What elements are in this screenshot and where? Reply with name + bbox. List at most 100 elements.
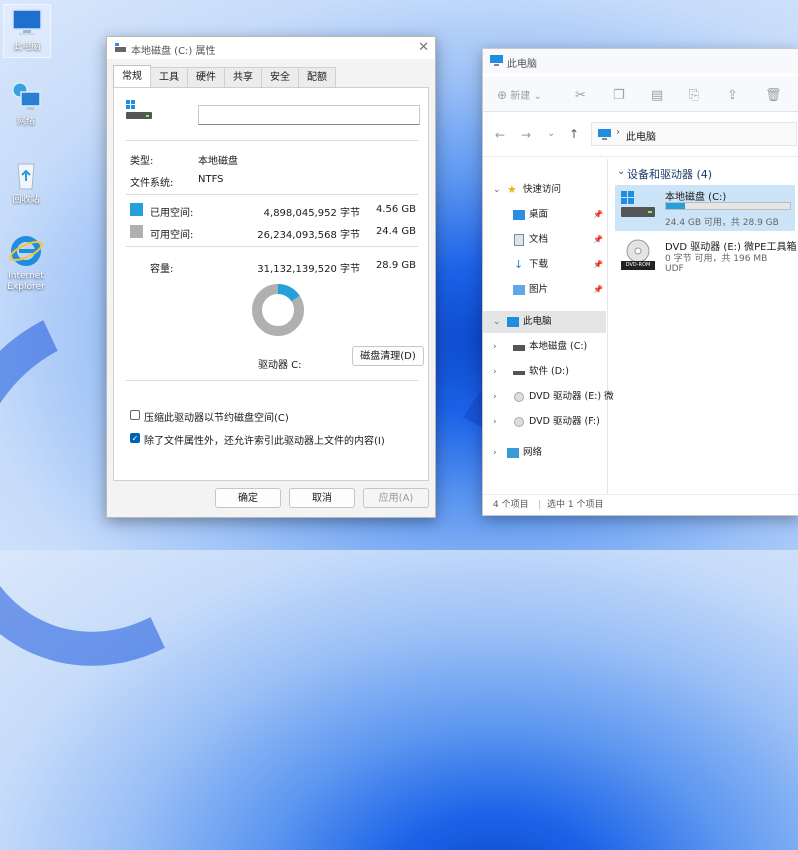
cut-icon[interactable]: ✂ — [575, 88, 586, 103]
nav-quick-access[interactable]: ⌄ ★ 快速访问 — [483, 179, 606, 201]
new-label: 新建 — [510, 91, 531, 102]
drive-tile-dvd-e[interactable]: DVD-ROM DVD 驱动器 (E:) 微PE工具箱 0 字节 可用，共 19… — [615, 235, 796, 281]
explorer-title-bar[interactable]: 此电脑 — [483, 49, 798, 73]
nav-dvd-e[interactable]: › DVD 驱动器 (E:) 微 — [483, 386, 614, 408]
drive-space: 24.4 GB 可用，共 28.9 GB — [665, 218, 779, 228]
dvd-drive-icon: DVD-ROM — [621, 239, 655, 275]
tab-quota[interactable]: 配额 — [298, 67, 336, 87]
nav-label: 快速访问 — [523, 184, 562, 195]
file-explorer-window: 此电脑 ⊕ 新建 ⌄ ✂ ❐ ▤ ⎘ ⇪ 🗑 ← → ⌄ ↑ › 此电脑 ⌄ ★… — [482, 48, 798, 516]
pin-icon: 📌 — [593, 210, 603, 219]
chevron-right-icon: › — [493, 448, 497, 458]
address-bar[interactable]: › 此电脑 — [591, 122, 797, 146]
document-icon — [514, 234, 524, 246]
pin-icon: 📌 — [593, 260, 603, 269]
cancel-button[interactable]: 取消 — [289, 488, 355, 508]
divider — [126, 194, 418, 195]
nav-label: 文档 — [529, 234, 549, 245]
monitor-icon — [10, 5, 44, 39]
nav-downloads[interactable]: ↓ 下载 📌 — [483, 254, 606, 276]
rename-icon[interactable]: ⎘ — [689, 88, 699, 103]
capacity-bytes: 31,132,139,520 字节 — [257, 264, 360, 275]
breadcrumb[interactable]: 此电脑 — [626, 128, 656, 143]
free-space-swatch — [130, 225, 143, 238]
type-label: 类型: — [130, 156, 154, 167]
local-disk-icon — [126, 100, 152, 122]
drive-usage-bar — [665, 202, 791, 210]
used-space-gb: 4.56 GB — [375, 204, 416, 215]
desktop-icon-label: 此电脑 — [13, 42, 41, 52]
delete-icon[interactable]: 🗑 — [765, 88, 782, 103]
pin-icon: 📌 — [593, 285, 603, 294]
nav-label: 软件 (D:) — [529, 366, 569, 377]
nav-desktop[interactable]: 桌面 📌 — [483, 204, 606, 226]
nav-network[interactable]: › 网络 — [483, 442, 606, 464]
nav-label: 本地磁盘 (C:) — [529, 341, 588, 352]
disk-cleanup-button[interactable]: 磁盘清理(D) — [352, 346, 424, 366]
drive-icon — [513, 345, 525, 351]
explorer-title: 此电脑 — [507, 59, 537, 70]
share-icon[interactable]: ⇪ — [727, 88, 738, 103]
desktop-icon-recycle-bin[interactable]: 回收站 — [3, 158, 49, 206]
desktop-icon-network[interactable]: 网络 — [3, 80, 49, 128]
dialog-title-bar[interactable]: 本地磁盘 (C:) 属性 ✕ — [107, 37, 435, 59]
nav-pictures[interactable]: 图片 📌 — [483, 279, 606, 301]
address-row: ← → ⌄ ↑ › 此电脑 — [483, 112, 798, 157]
copy-icon[interactable]: ❐ — [613, 88, 625, 103]
tab-security[interactable]: 安全 — [261, 67, 299, 87]
recent-chevron-icon[interactable]: ⌄ — [547, 128, 555, 139]
tab-tools[interactable]: 工具 — [150, 67, 188, 87]
index-checkbox[interactable]: ✓ — [130, 433, 140, 443]
properties-tabs: 常规 工具 硬件 共享 安全 配额 — [113, 65, 336, 87]
index-label: 除了文件属性外，还允许索引此驱动器上文件的内容(I) — [144, 436, 385, 447]
content-pane: ⌄ 设备和驱动器 (4) 本地磁盘 (C:) 24.4 GB 可用，共 28.9… — [611, 159, 798, 495]
desktop-folder-icon — [513, 210, 525, 220]
forward-arrow-icon[interactable]: → — [521, 128, 531, 142]
up-arrow-icon[interactable]: ↑ — [569, 127, 579, 141]
recycle-bin-icon — [9, 158, 43, 192]
nav-software-d[interactable]: › 软件 (D:) — [483, 361, 606, 383]
internet-explorer-icon — [9, 234, 43, 268]
compress-label: 压缩此驱动器以节约磁盘空间(C) — [144, 413, 289, 424]
drive-usage-fill — [666, 203, 686, 209]
tab-hardware[interactable]: 硬件 — [187, 67, 225, 87]
drive-tile-c[interactable]: 本地磁盘 (C:) 24.4 GB 可用，共 28.9 GB — [615, 185, 795, 231]
file-system-value: NTFS — [198, 174, 224, 185]
section-header[interactable]: 设备和驱动器 (4) — [627, 166, 712, 182]
drive-space: 0 字节 可用，共 196 MB — [665, 254, 768, 264]
nav-dvd-f[interactable]: › DVD 驱动器 (F:) — [483, 411, 606, 433]
chevron-down-icon: ⌄ — [493, 185, 501, 195]
desktop-icon-label: Internet Explorer — [7, 271, 45, 292]
nav-local-disk-c[interactable]: › 本地磁盘 (C:) — [483, 336, 606, 358]
command-bar: ⊕ 新建 ⌄ ✂ ❐ ▤ ⎘ ⇪ 🗑 — [483, 77, 798, 112]
chevron-right-icon: › — [493, 417, 497, 427]
dialog-title: 本地磁盘 (C:) 属性 — [131, 46, 216, 57]
nav-documents[interactable]: 文档 📌 — [483, 229, 606, 251]
paste-icon[interactable]: ▤ — [651, 88, 663, 103]
nav-this-pc[interactable]: ⌄ 此电脑 — [483, 311, 606, 333]
desktop-icon-this-pc[interactable]: 此电脑 — [3, 4, 51, 58]
drive-properties-dialog: 本地磁盘 (C:) 属性 ✕ 常规 工具 硬件 共享 安全 配额 类型: 本地磁… — [106, 36, 436, 518]
item-count: 4 个项目 — [493, 500, 529, 510]
drive-name-input[interactable] — [198, 105, 420, 125]
tab-sharing[interactable]: 共享 — [224, 67, 262, 87]
ok-button[interactable]: 确定 — [215, 488, 281, 508]
selected-count: 选中 1 个项目 — [547, 500, 604, 510]
new-button[interactable]: ⊕ 新建 ⌄ — [497, 87, 542, 102]
drive-filesystem: UDF — [665, 264, 684, 274]
close-icon[interactable]: ✕ — [418, 40, 429, 55]
apply-button[interactable]: 应用(A) — [363, 488, 429, 508]
plus-icon: ⊕ — [497, 88, 508, 102]
tab-general[interactable]: 常规 — [113, 65, 151, 87]
compress-checkbox[interactable] — [130, 410, 140, 420]
free-space-gb: 24.4 GB — [375, 226, 416, 237]
chevron-right-icon: › — [493, 392, 497, 402]
back-arrow-icon[interactable]: ← — [495, 128, 505, 142]
status-bar: 4 个项目 选中 1 个项目 — [483, 494, 798, 515]
drive-icon — [513, 371, 525, 375]
desktop-icon-internet-explorer[interactable]: Internet Explorer — [3, 234, 49, 293]
desktop-icon-label: 回收站 — [12, 195, 40, 205]
nav-label: 图片 — [529, 284, 549, 295]
used-space-swatch — [130, 203, 143, 216]
capacity-gb: 28.9 GB — [375, 260, 416, 271]
